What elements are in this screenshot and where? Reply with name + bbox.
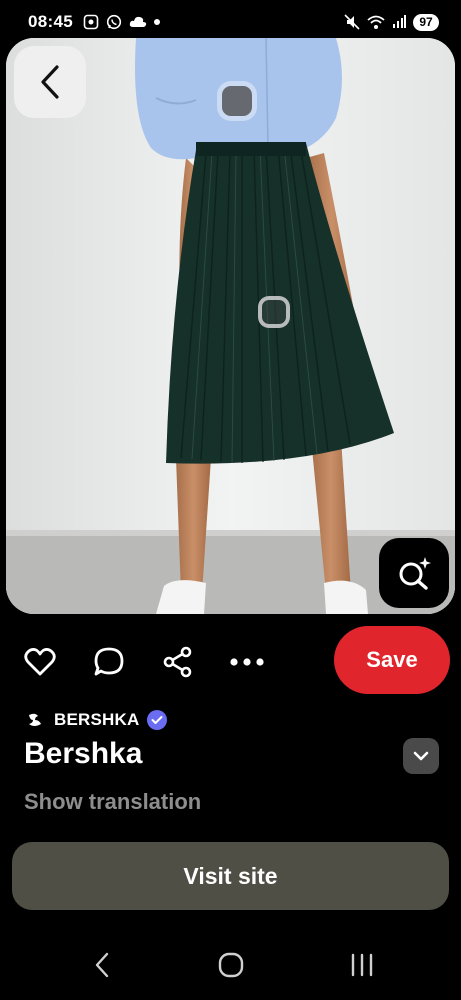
nav-back-button[interactable] — [82, 948, 122, 982]
pin-title: Bershka — [24, 737, 143, 770]
show-translation-link[interactable]: Show translation — [24, 789, 201, 815]
signal-icon — [393, 15, 406, 28]
comment-icon — [94, 647, 124, 676]
save-button[interactable]: Save — [334, 626, 450, 694]
share-button[interactable] — [160, 644, 196, 680]
screenshot-icon — [83, 14, 99, 30]
wifi-icon — [367, 15, 385, 29]
action-row: Save — [0, 626, 461, 696]
mute-icon — [344, 14, 360, 30]
visit-site-button[interactable]: Visit site — [12, 842, 449, 910]
share-icon — [163, 646, 192, 678]
whatsapp-icon — [106, 14, 122, 30]
more-options-button[interactable] — [229, 644, 265, 680]
notification-dot-icon — [153, 19, 160, 25]
product-photo — [6, 38, 455, 614]
like-button[interactable] — [22, 644, 58, 680]
more-icon — [230, 658, 264, 666]
creator-logo-icon — [24, 709, 46, 731]
cloud-icon — [129, 16, 147, 27]
skirt-hotspot[interactable] — [258, 296, 290, 328]
notification-icons — [83, 14, 160, 30]
creator-row[interactable]: BERSHKA — [24, 707, 168, 733]
nav-back-icon — [95, 952, 109, 978]
nav-recents-button[interactable] — [342, 948, 382, 982]
nav-home-icon — [218, 952, 244, 978]
visual-search-button[interactable] — [379, 538, 449, 608]
expand-details-button[interactable] — [403, 738, 439, 774]
system-nav-bar — [0, 930, 461, 1000]
battery-indicator: 97 — [413, 13, 439, 31]
verified-badge-icon — [147, 710, 168, 730]
nav-recents-icon — [351, 953, 373, 977]
creator-name[interactable]: BERSHKA — [54, 710, 139, 730]
nav-home-button[interactable] — [211, 948, 251, 982]
system-icons: 97 — [344, 13, 439, 31]
pin-image[interactable] — [6, 38, 455, 614]
status-time: 08:45 — [28, 12, 73, 31]
back-arrow-icon — [41, 65, 59, 99]
heart-icon — [24, 648, 56, 676]
shirt-hotspot[interactable] — [222, 86, 252, 116]
comment-button[interactable] — [91, 644, 127, 680]
back-button[interactable] — [14, 46, 86, 118]
chevron-down-icon — [413, 751, 429, 761]
visual-search-icon — [399, 557, 431, 590]
